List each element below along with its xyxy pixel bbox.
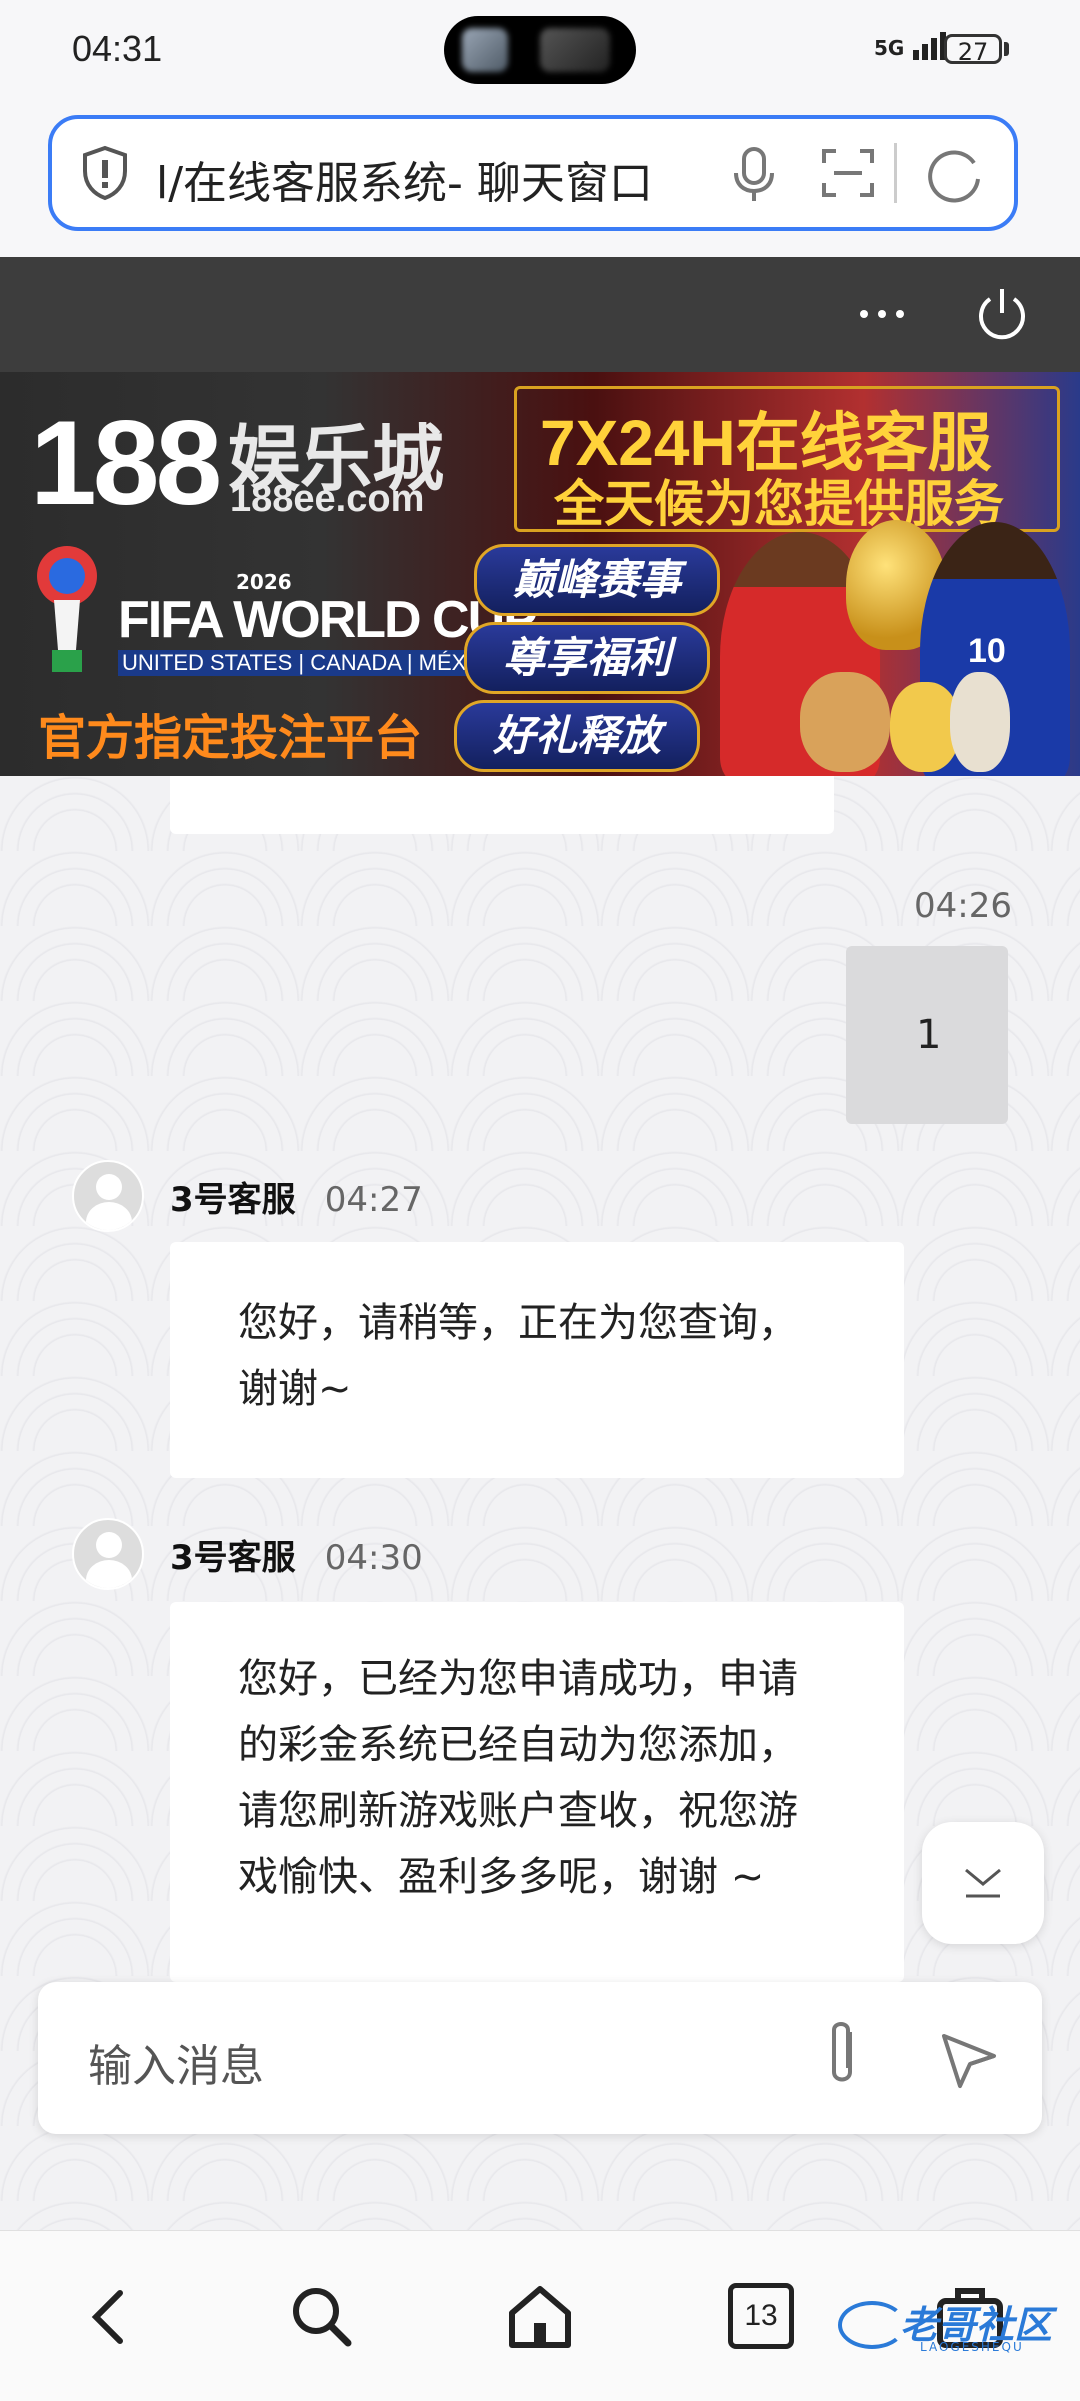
- back-icon[interactable]: [68, 2277, 148, 2357]
- toolbar-divider: [894, 143, 897, 203]
- tabs-button[interactable]: 13: [722, 2277, 802, 2357]
- message-text: 您好，请稍等，正在为您查询， 谢谢~: [238, 1290, 798, 1422]
- official-slogan: 官方指定投注平台: [38, 710, 423, 766]
- agent-avatar[interactable]: [72, 1518, 144, 1590]
- brand-domain: 188ee.com: [230, 478, 425, 520]
- reload-icon[interactable]: [926, 145, 986, 205]
- agent-message-bubble[interactable]: 您好，请稍等，正在为您查询， 谢谢~: [170, 1242, 904, 1478]
- service-line2: 全天候为您提供服务: [554, 475, 1004, 533]
- promo-banner[interactable]: 188 娱乐城 188ee.com 2026 FIFA WORLD CUP UN…: [0, 372, 1080, 776]
- power-icon[interactable]: [974, 285, 1030, 343]
- camera-island: [444, 16, 636, 84]
- message-line: 您好，已经为您申请成功，申请: [238, 1656, 798, 1702]
- search-icon[interactable]: [282, 2277, 362, 2357]
- message-time: 04:26: [914, 886, 1012, 926]
- home-icon[interactable]: [500, 2277, 580, 2357]
- scroll-to-bottom-button[interactable]: [922, 1822, 1044, 1944]
- previous-message-bubble: [170, 776, 834, 834]
- agent-avatar[interactable]: [72, 1160, 144, 1232]
- message-meta: 3号客服 04:30: [170, 1530, 423, 1579]
- world-cup-trophy-logo: [37, 546, 97, 672]
- message-text: 您好，已经为您申请成功，申请 的彩金系统已经自动为您添加， 请您刷新游戏账户查收…: [238, 1646, 798, 1910]
- blurred-icon: [540, 28, 610, 72]
- url-text[interactable]: l/在线客服系统- 聊天窗口: [156, 147, 756, 211]
- status-bar: 04:31 5G 27: [0, 0, 1080, 105]
- message-time: 04:30: [324, 1538, 423, 1578]
- status-time: 04:31: [72, 28, 163, 69]
- tab-count: 13: [728, 2283, 794, 2349]
- message-line: 的彩金系统已经自动为您添加，: [238, 1722, 798, 1768]
- message-time: 04:27: [324, 1180, 423, 1220]
- microphone-icon[interactable]: [728, 145, 780, 205]
- network-label: 5G: [874, 36, 905, 60]
- more-icon[interactable]: [856, 301, 908, 327]
- pill-item: 巅峰赛事: [474, 544, 720, 616]
- watermark-subtext: LAOGESHEQU: [920, 2340, 1024, 2354]
- agent-message-bubble[interactable]: 您好，已经为您申请成功，申请 的彩金系统已经自动为您添加， 请您刷新游戏账户查收…: [170, 1602, 904, 1982]
- message-line: 戏愉快、盈利多多呢，谢谢 ~: [238, 1854, 765, 1900]
- mascot-graphic: [950, 672, 1010, 772]
- chat-header: [0, 257, 1080, 372]
- message-line: 谢谢~: [238, 1366, 352, 1412]
- shield-icon[interactable]: [80, 145, 130, 201]
- event-hosts: UNITED STATES | CANADA | MÉXICO: [118, 650, 510, 676]
- sender-name: 3号客服: [170, 1538, 296, 1578]
- mascot-graphic: [800, 672, 890, 772]
- message-line: 您好，请稍等，正在为您查询，: [238, 1300, 798, 1346]
- watermark-logo: [838, 2301, 906, 2349]
- message-meta: 3号客服 04:27: [170, 1172, 423, 1221]
- battery-icon: 27: [944, 34, 1002, 66]
- send-icon[interactable]: [938, 2030, 1000, 2090]
- battery-cap: [1004, 42, 1009, 56]
- address-bar[interactable]: l/在线客服系统- 聊天窗口: [48, 115, 1018, 231]
- message-text: 1: [916, 1012, 942, 1058]
- brand-number: 188: [30, 396, 222, 530]
- message-line: 请您刷新游戏账户查收，祝您游: [238, 1788, 798, 1834]
- user-message-bubble[interactable]: 1: [846, 946, 1008, 1124]
- message-input[interactable]: 输入消息: [88, 2030, 264, 2094]
- pill-item: 尊享福利: [464, 622, 710, 694]
- chevron-down-icon: [965, 1868, 1001, 1898]
- pill-item: 好礼释放: [454, 700, 700, 772]
- sender-name: 3号客服: [170, 1180, 296, 1220]
- player-number: 10: [968, 632, 1006, 670]
- attachment-icon[interactable]: [820, 2018, 864, 2094]
- message-input-bar[interactable]: 输入消息: [38, 1982, 1042, 2134]
- scan-icon[interactable]: [820, 145, 876, 201]
- blurred-icon: [462, 28, 508, 72]
